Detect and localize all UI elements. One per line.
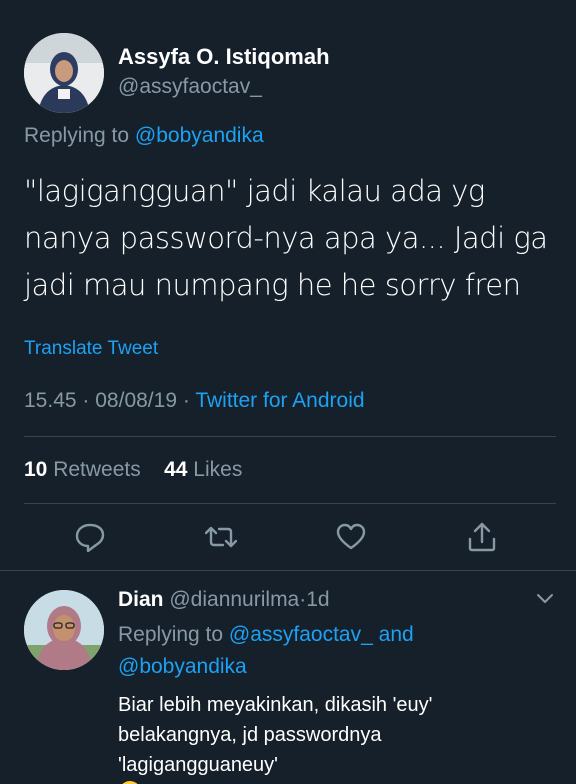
laughing-tears-emoji-icon [118,780,142,784]
author-handle[interactable]: @assyfaoctav_ [118,75,262,99]
meta-separator: · [82,389,90,412]
reply-replying-prefix: Replying to [118,623,224,646]
reply-text-line: Biar lebih meyakinkan, dikasih 'euy' [118,694,433,716]
replying-to: Replying to @bobyandika [24,124,264,148]
share-icon [468,522,496,552]
retweets-label: Retweets [53,458,141,481]
reply-age: 1d [306,588,330,611]
likes-label: Likes [193,458,243,481]
replying-to-link[interactable]: @assyfaoctav_ [229,623,373,646]
tweet-text-line: jadi mau numpang he he sorry fren [24,268,521,302]
like-button[interactable] [335,520,367,554]
retweets-stat[interactable]: 10 Retweets [24,458,141,481]
reply-author-name[interactable]: Dian [118,588,164,611]
tweet-text-line: "lagigangguan" jadi kalau ada yg [24,174,485,208]
tweet-date: 08/08/19 [95,389,177,412]
retweet-button[interactable] [204,520,238,554]
reply-author-handle[interactable]: @diannurilma [169,588,299,611]
more-options-button[interactable] [535,592,555,606]
reply-icon [75,523,105,553]
heart-icon [336,523,366,550]
retweets-count: 10 [24,458,48,481]
replying-to-link[interactable]: @bobyandika [118,655,247,678]
tweet-source-link[interactable]: Twitter for Android [195,389,364,412]
translate-tweet-link[interactable]: Translate Tweet [24,338,158,360]
retweet-icon [204,526,238,548]
reply-author-avatar[interactable] [24,590,104,670]
reply-text-line-last: 'lagigangguaneuy' [118,750,538,784]
reply-text-line: 'lagigangguaneuy' [118,754,278,776]
tweet-text-line: nanya password-nya apa ya... Jadi ga [24,221,548,255]
divider [24,503,556,504]
reply-replying-to: Replying to @assyfaoctav_ and @bobyandik… [118,619,458,683]
likes-count: 44 [164,458,188,481]
tweet-meta: 15.45 · 08/08/19 · Twitter for Android [24,389,365,413]
author-avatar[interactable] [24,33,104,113]
reply-text: Biar lebih meyakinkan, dikasih 'euy' bel… [118,690,538,784]
reply-text-line: belakangnya, jd passwordnya [118,724,382,746]
reply-header: Dian @diannurilma·1d [118,588,330,612]
meta-separator: · [182,389,190,412]
author-name[interactable]: Assyfa O. Istiqomah [118,44,330,70]
divider [0,570,576,571]
tweet-stats: 10 Retweets 44 Likes [24,458,242,482]
chevron-down-icon [537,594,553,603]
replying-to-link[interactable]: @bobyandika [135,124,264,147]
divider [24,436,556,437]
tweet-text: "lagigangguan" jadi kalau ada yg nanya p… [24,168,554,309]
likes-stat[interactable]: 44 Likes [164,458,242,481]
replying-conjunction: and [378,623,414,646]
reply-button[interactable] [74,520,106,554]
tweet-time: 15.45 [24,389,77,412]
replying-prefix: Replying to [24,124,130,147]
share-button[interactable] [466,520,498,554]
